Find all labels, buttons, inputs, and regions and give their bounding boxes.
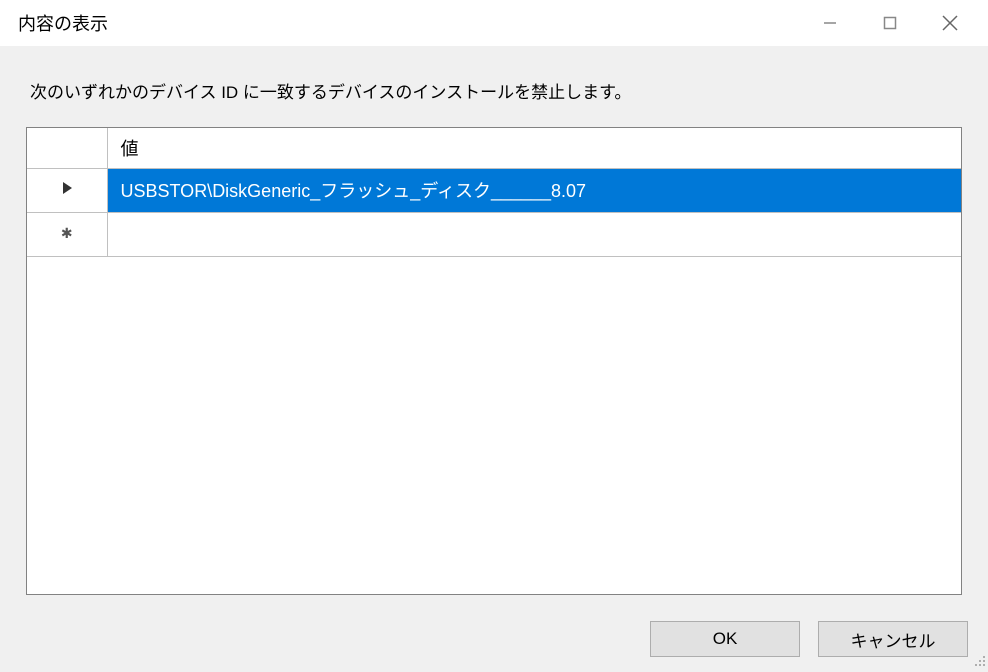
ok-button[interactable]: OK bbox=[650, 621, 800, 657]
close-icon bbox=[941, 14, 959, 32]
grid-table: 値 USBSTOR\DiskGeneric_フラッシュ_ディスク______8.… bbox=[27, 128, 961, 257]
titlebar: 内容の表示 bbox=[0, 0, 988, 46]
table-row[interactable]: USBSTOR\DiskGeneric_フラッシュ_ディスク______8.07 bbox=[27, 168, 961, 212]
grid-cell-value[interactable]: USBSTOR\DiskGeneric_フラッシュ_ディスク______8.07 bbox=[107, 168, 961, 212]
row-selector[interactable] bbox=[27, 168, 107, 212]
dialog-window: 内容の表示 次のいずれかのデバイス ID に一致するデバイスのインストールを禁止… bbox=[0, 0, 988, 669]
grid-cell-value[interactable] bbox=[107, 212, 961, 256]
maximize-button[interactable] bbox=[860, 0, 920, 46]
content-area: 次のいずれかのデバイス ID に一致するデバイスのインストールを禁止します。 値… bbox=[0, 46, 988, 609]
grid-header-row: 値 bbox=[27, 128, 961, 168]
close-button[interactable] bbox=[920, 0, 980, 46]
button-bar: OK キャンセル bbox=[0, 609, 988, 669]
new-row-icon: ✱ bbox=[61, 225, 73, 241]
minimize-button[interactable] bbox=[800, 0, 860, 46]
grid-header-value[interactable]: 値 bbox=[107, 128, 961, 168]
cancel-button[interactable]: キャンセル bbox=[818, 621, 968, 657]
minimize-icon bbox=[823, 16, 837, 30]
window-title: 内容の表示 bbox=[18, 10, 108, 36]
table-row[interactable]: ✱ bbox=[27, 212, 961, 256]
current-row-icon bbox=[61, 182, 73, 199]
resize-grip-icon bbox=[972, 653, 986, 667]
data-grid[interactable]: 値 USBSTOR\DiskGeneric_フラッシュ_ディスク______8.… bbox=[26, 127, 962, 595]
maximize-icon bbox=[883, 16, 897, 30]
resize-grip[interactable] bbox=[972, 653, 986, 667]
row-selector[interactable]: ✱ bbox=[27, 212, 107, 256]
grid-header-rowselector[interactable] bbox=[27, 128, 107, 168]
description-text: 次のいずれかのデバイス ID に一致するデバイスのインストールを禁止します。 bbox=[30, 78, 962, 103]
window-controls bbox=[800, 0, 988, 46]
